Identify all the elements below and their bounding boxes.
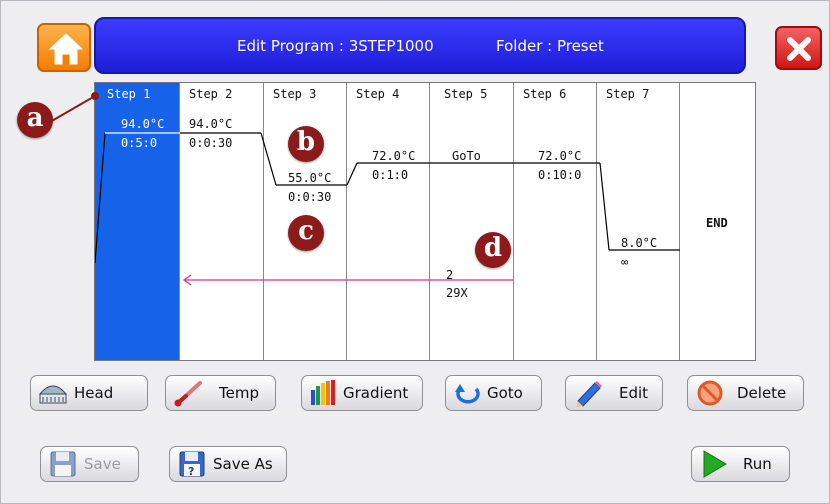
- goto-target-step: 2: [446, 268, 454, 282]
- heated-lid-icon: [36, 378, 70, 408]
- step-temp: 55.0°C: [288, 171, 332, 185]
- floppy-disk-icon: [46, 449, 80, 479]
- step-column-5[interactable]: Step 5 GoTo 2 29X: [430, 83, 514, 360]
- step-column-6[interactable]: Step 6 72.0°C 0:10:0: [514, 83, 597, 360]
- step-temp: 72.0°C: [538, 149, 582, 163]
- edit-button[interactable]: Edit: [565, 375, 663, 411]
- delete-button[interactable]: Delete: [687, 375, 804, 411]
- step-column-7[interactable]: Step 7 8.0°C ∞: [597, 83, 680, 360]
- thermometer-icon: [171, 378, 205, 408]
- delete-label: Delete: [737, 384, 787, 402]
- edit-label: Edit: [619, 384, 649, 402]
- callout-a: a: [17, 102, 53, 138]
- goto-label: GoTo: [452, 149, 481, 163]
- head-label: Head: [74, 384, 114, 402]
- end-column: END: [680, 83, 755, 360]
- loop-arrow-icon: [451, 378, 485, 408]
- save-button[interactable]: Save: [40, 446, 139, 482]
- goto-label: Goto: [487, 384, 523, 402]
- step-name: Step 5: [444, 87, 488, 101]
- close-button[interactable]: [775, 26, 822, 70]
- goto-repeat-count: 29X: [446, 286, 468, 300]
- step-temp: 8.0°C: [621, 236, 658, 250]
- temp-label: Temp: [219, 384, 259, 402]
- run-label: Run: [743, 455, 772, 473]
- step-time: ∞: [621, 255, 629, 269]
- head-button[interactable]: Head: [30, 375, 148, 411]
- end-label: END: [706, 216, 728, 230]
- gradient-button[interactable]: Gradient: [301, 375, 423, 411]
- step-name: Step 3: [273, 87, 317, 101]
- step-name: Step 6: [523, 87, 567, 101]
- step-time: 0:0:30: [288, 190, 332, 204]
- title-bar: Edit Program : 3STEP1000 Folder : Preset: [94, 17, 746, 74]
- step-column-2[interactable]: Step 2 94.0°C 0:0:30: [180, 83, 264, 360]
- save-label: Save: [84, 455, 121, 473]
- svg-text:?: ?: [188, 465, 194, 478]
- step-time: 0:0:30: [189, 136, 233, 150]
- temp-button[interactable]: Temp: [165, 375, 276, 411]
- step-name: Step 2: [189, 87, 233, 101]
- program-step-grid: Step 1 94.0°C 0:5:0 Step 2 94.0°C 0:0:30…: [94, 82, 756, 361]
- play-icon: [697, 449, 731, 479]
- run-button[interactable]: Run: [691, 446, 790, 482]
- step-temp: 94.0°C: [121, 117, 165, 131]
- step-time: 0:1:0: [372, 168, 409, 182]
- callout-d: d: [475, 232, 511, 268]
- pencil-icon: [571, 378, 605, 408]
- goto-button[interactable]: Goto: [445, 375, 542, 411]
- folder-label: Folder : Preset: [496, 37, 604, 55]
- gradient-label: Gradient: [343, 384, 409, 402]
- step-temp: 94.0°C: [189, 117, 233, 131]
- program-title: Edit Program : 3STEP1000: [237, 37, 434, 55]
- step-temp: 72.0°C: [372, 149, 416, 163]
- close-icon: [787, 37, 811, 61]
- gradient-bars-icon: [307, 378, 341, 408]
- save-as-button[interactable]: ? Save As: [169, 446, 287, 482]
- prohibit-icon: [693, 378, 727, 408]
- step-name: Step 7: [606, 87, 650, 101]
- callout-c: c: [288, 215, 324, 251]
- step-name: Step 4: [356, 87, 400, 101]
- floppy-question-icon: ?: [175, 449, 209, 479]
- callout-b: b: [288, 126, 324, 162]
- step-column-4[interactable]: Step 4 72.0°C 0:1:0: [347, 83, 430, 360]
- save-as-label: Save As: [213, 455, 273, 473]
- step-time: 0:10:0: [538, 168, 582, 182]
- step-time: 0:5:0: [121, 136, 158, 150]
